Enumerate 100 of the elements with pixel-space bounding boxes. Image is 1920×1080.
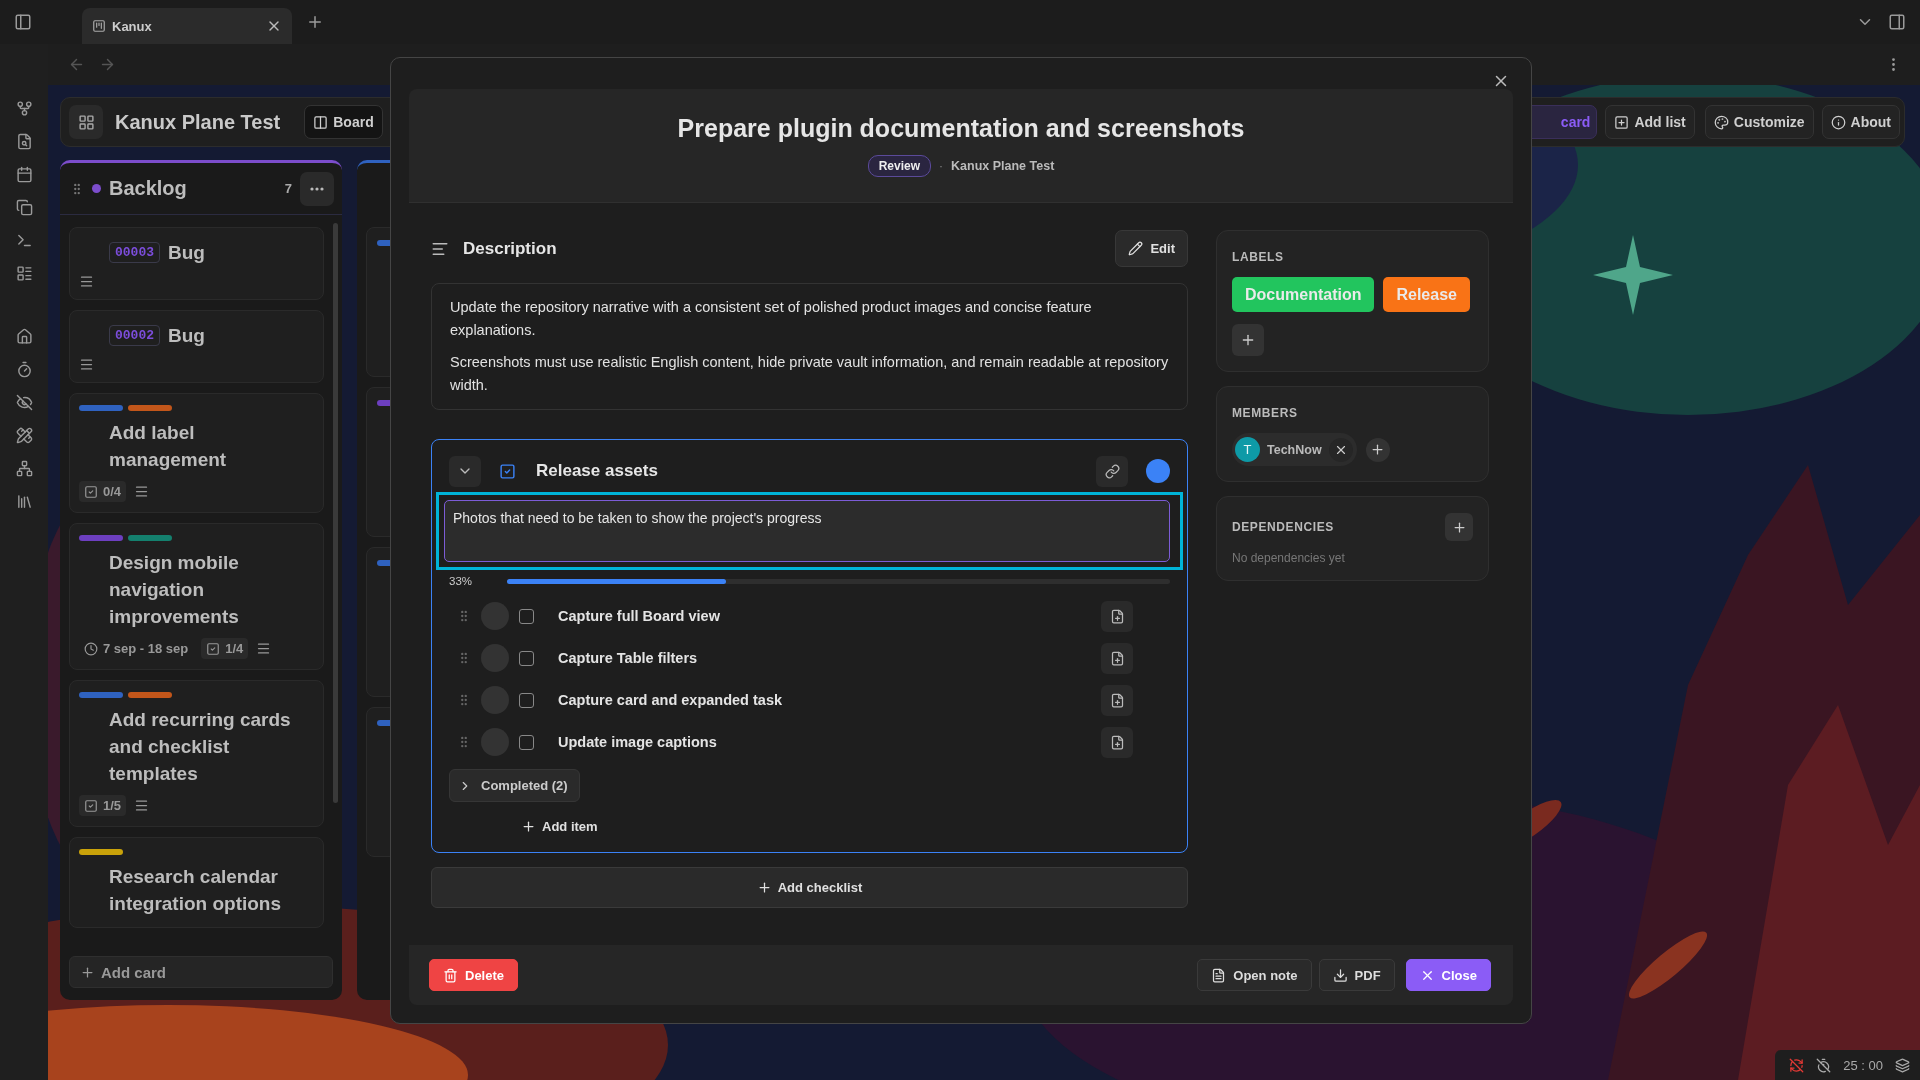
status-badge: Review <box>867 155 932 177</box>
checklist-item: Update image captions <box>558 734 718 750</box>
task-card[interactable]: Research calendar integration options <box>69 837 324 928</box>
checklist-item: Capture full Board view <box>558 608 721 624</box>
separator-dot: · <box>939 159 944 173</box>
color-picker[interactable] <box>1146 459 1170 483</box>
section-title: Description <box>463 238 558 259</box>
list-icon[interactable] <box>15 265 33 282</box>
kanban-icon <box>92 19 106 33</box>
copy-icon[interactable] <box>15 199 33 216</box>
description-text: Screenshots must use realistic English content, hide private vault information, and remain readable at repository width. <box>450 353 1169 395</box>
file-search-icon[interactable] <box>15 133 33 150</box>
view-button[interactable]: Board <box>304 105 383 139</box>
panel-title: LABELS <box>1232 250 1284 264</box>
board-name: Kanux Plane Test <box>951 159 1055 173</box>
header-button[interactable]: Add list <box>1605 105 1695 139</box>
scrollbar-thumb[interactable] <box>333 223 338 803</box>
collapse-button[interactable] <box>449 455 481 487</box>
open-note-button[interactable]: Open note <box>1197 959 1312 991</box>
column-menu-button[interactable] <box>300 171 334 206</box>
create-note-button[interactable] <box>1101 684 1133 716</box>
plus-icon <box>1451 519 1467 535</box>
task-title: Prepare plugin documentation and screenshots <box>677 114 1245 143</box>
home-icon[interactable] <box>15 328 33 345</box>
card-title: Research calendar integration options <box>109 865 283 916</box>
column-title: Backlog <box>109 177 188 200</box>
checkbox[interactable] <box>519 734 534 750</box>
card-title: Add label management <box>109 421 228 472</box>
timer-icon[interactable] <box>15 361 33 378</box>
task-card[interactable]: Add label management 0/4 <box>69 393 324 513</box>
checkbox[interactable] <box>519 692 534 708</box>
completed-toggle[interactable]: Completed (2) <box>449 769 580 802</box>
checkbox-icon <box>206 641 221 656</box>
timer-text: 25 : 00 <box>1843 1057 1883 1073</box>
file-plus-icon <box>1109 608 1125 624</box>
member-name: TechNow <box>1267 442 1322 457</box>
plus-icon <box>1370 442 1386 457</box>
create-note-button[interactable] <box>1101 600 1133 632</box>
remove-button[interactable] <box>1328 437 1353 462</box>
more-icon <box>310 186 324 191</box>
plus-icon <box>1240 332 1256 348</box>
document-icon <box>1211 967 1227 983</box>
pencil-icon <box>1128 241 1144 256</box>
delete-button[interactable]: Delete <box>429 959 519 991</box>
browser-tab[interactable]: Kanux <box>82 8 292 44</box>
download-icon <box>1332 967 1348 983</box>
card-count: 7 <box>284 181 292 196</box>
create-note-button[interactable] <box>1101 642 1133 674</box>
fork-icon[interactable] <box>15 100 33 117</box>
pdf-button[interactable]: PDF <box>1318 959 1395 991</box>
add-card-button[interactable]: Add card <box>69 956 333 988</box>
calendar-icon[interactable] <box>15 166 33 183</box>
columns-icon <box>313 114 329 130</box>
layers-icon[interactable] <box>1895 1057 1910 1073</box>
new-tab-icon[interactable] <box>306 13 324 31</box>
checkbox[interactable] <box>519 650 534 666</box>
edit-button[interactable]: Edit <box>1115 230 1188 267</box>
task-card[interactable]: Add recurring cards and checklist templates 1/5 <box>69 680 324 827</box>
add-item-button[interactable]: Add item <box>519 815 600 838</box>
task-id: 00002 <box>109 325 160 346</box>
add-checklist-button[interactable]: Add checklist <box>431 867 1188 908</box>
eye-off-icon[interactable] <box>15 394 33 411</box>
task-card[interactable]: 00002 Bug <box>69 310 324 383</box>
library-icon[interactable] <box>15 493 33 510</box>
sync-off-icon[interactable] <box>1789 1057 1805 1073</box>
checklist-icon <box>499 462 516 480</box>
checklist-count: 1/4 <box>201 638 249 659</box>
add-icon <box>1614 114 1630 130</box>
card-title: Bug <box>168 324 205 348</box>
avatar: T <box>1235 437 1260 462</box>
close-button[interactable]: Close <box>1405 959 1491 991</box>
add-dependency-button[interactable] <box>1445 513 1473 541</box>
panel-title: MEMBERS <box>1232 406 1298 420</box>
task-card[interactable]: Design mobile navigation improvements 7 sep - 18 sep 1/4 <box>69 523 324 670</box>
terminal-icon[interactable] <box>15 232 33 249</box>
add-label-button[interactable] <box>1232 324 1264 356</box>
date-range: 7 sep - 18 sep <box>79 638 194 659</box>
plus-icon <box>521 819 536 834</box>
sidebar-toggle-icon[interactable] <box>1888 13 1906 31</box>
description-text: Update the repository narrative with a consistent set of polished product images and concise feature explanations. <box>450 298 1093 340</box>
task-card[interactable]: 00003 Bug <box>69 227 324 300</box>
board-title: Kanux Plane Test <box>115 110 281 134</box>
add-member-button[interactable] <box>1365 437 1390 462</box>
sidebar-toggle-icon[interactable] <box>14 13 32 31</box>
clock-icon <box>84 641 98 656</box>
trash-icon <box>443 967 458 983</box>
checklist-count: 0/4 <box>79 481 127 502</box>
file-plus-icon <box>1109 692 1125 708</box>
network-icon[interactable] <box>15 460 33 477</box>
card-title: Add recurring cards and checklist templates <box>109 708 292 786</box>
note-field[interactable]: Photos that need to be taken to show the project's progress <box>444 500 1170 562</box>
header-button[interactable]: About <box>1821 105 1900 139</box>
tools-icon[interactable] <box>15 427 33 444</box>
checkbox[interactable] <box>519 608 534 624</box>
header-button[interactable]: Customize <box>1704 105 1814 139</box>
grid-button[interactable] <box>69 105 103 139</box>
link-button[interactable] <box>1096 455 1128 487</box>
checkbox-icon <box>84 798 98 813</box>
create-note-button[interactable] <box>1101 726 1133 758</box>
timer-off-icon[interactable] <box>1816 1057 1832 1073</box>
